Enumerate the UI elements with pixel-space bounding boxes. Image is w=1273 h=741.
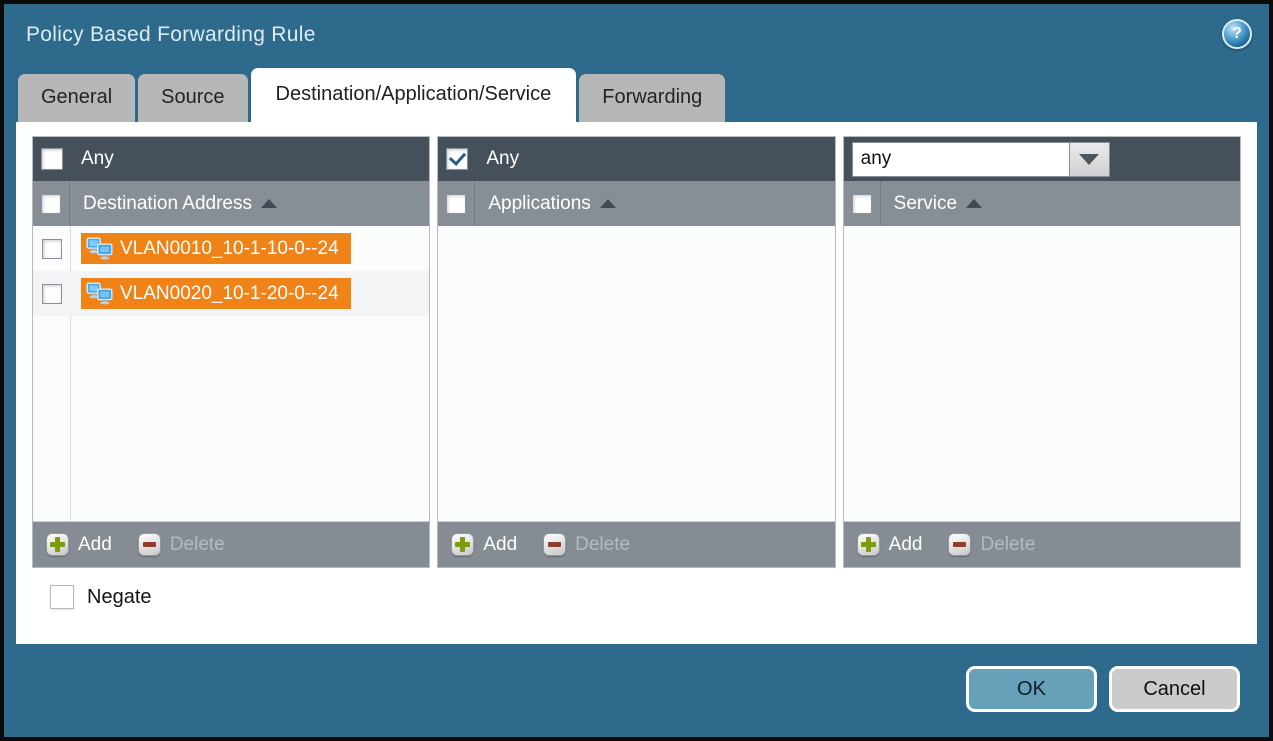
destination-select-all-checkbox[interactable] xyxy=(41,194,61,214)
row-checkbox-cell xyxy=(33,239,71,259)
dialog-title: Policy Based Forwarding Rule xyxy=(26,23,316,47)
add-icon xyxy=(451,533,474,556)
destination-list-item[interactable]: VLAN0010_10-1-10-0--24 xyxy=(33,226,429,271)
destination-add-button[interactable]: Add xyxy=(46,533,112,556)
service-list xyxy=(844,226,1240,521)
sort-asc-icon xyxy=(966,199,982,208)
add-label: Add xyxy=(889,534,923,556)
applications-delete-button[interactable]: Delete xyxy=(543,533,630,556)
help-icon[interactable]: ? xyxy=(1222,19,1252,49)
dialog-buttons: OK Cancel xyxy=(966,666,1240,712)
applications-select-all-cell xyxy=(438,181,475,226)
applications-header-label[interactable]: Applications xyxy=(488,193,590,215)
destination-delete-button[interactable]: Delete xyxy=(138,533,225,556)
delete-label: Delete xyxy=(575,534,630,556)
network-address-icon xyxy=(86,237,113,260)
applications-list xyxy=(438,226,834,521)
address-object-chip[interactable]: VLAN0020_10-1-20-0--24 xyxy=(81,278,351,309)
service-dropdown: any xyxy=(852,142,1110,177)
address-object-chip[interactable]: VLAN0010_10-1-10-0--24 xyxy=(81,233,351,264)
service-dropdown-button[interactable] xyxy=(1070,142,1110,177)
destination-list-item[interactable]: VLAN0020_10-1-20-0--24 xyxy=(33,271,429,316)
service-add-button[interactable]: Add xyxy=(857,533,923,556)
service-footer-bar: Add Delete xyxy=(844,521,1240,567)
applications-select-all-checkbox[interactable] xyxy=(446,194,466,214)
service-any-bar: any xyxy=(844,137,1240,181)
network-address-icon xyxy=(86,282,113,305)
service-select-all-checkbox[interactable] xyxy=(852,194,872,214)
negate-row: Negate xyxy=(50,585,1241,609)
row-checkbox-cell xyxy=(33,284,71,304)
sort-asc-icon xyxy=(600,199,616,208)
add-icon xyxy=(46,533,69,556)
destination-any-bar: Any xyxy=(33,137,429,181)
delete-icon xyxy=(138,533,161,556)
delete-icon xyxy=(948,533,971,556)
tab-source[interactable]: Source xyxy=(138,74,247,122)
title-bar: Policy Based Forwarding Rule xyxy=(4,4,1269,66)
add-label: Add xyxy=(78,534,112,556)
tab-strip: General Source Destination/Application/S… xyxy=(4,66,1269,122)
service-select-all-cell xyxy=(844,181,881,226)
applications-footer-bar: Add Delete xyxy=(438,521,834,567)
negate-checkbox[interactable] xyxy=(50,585,74,609)
negate-label: Negate xyxy=(87,586,152,609)
destination-header-label[interactable]: Destination Address xyxy=(83,193,252,215)
tab-content-panel: Any Destination Address xyxy=(16,122,1257,644)
address-object-name: VLAN0020_10-1-20-0--24 xyxy=(120,283,339,305)
tab-general[interactable]: General xyxy=(18,74,135,122)
delete-label: Delete xyxy=(980,534,1035,556)
service-dropdown-value[interactable]: any xyxy=(852,142,1070,177)
sort-asc-icon xyxy=(261,199,277,208)
delete-label: Delete xyxy=(170,534,225,556)
destination-list: VLAN0010_10-1-10-0--24 xyxy=(33,226,429,521)
service-header-label[interactable]: Service xyxy=(894,193,957,215)
destination-address-column: Any Destination Address xyxy=(32,136,430,568)
applications-any-bar: Any xyxy=(438,137,834,181)
service-column-header: Service xyxy=(844,181,1240,226)
chevron-down-icon xyxy=(1079,154,1099,165)
applications-column: Any Applications Add xyxy=(437,136,835,568)
delete-icon xyxy=(543,533,566,556)
row-checkbox[interactable] xyxy=(42,239,62,259)
destination-column-header: Destination Address xyxy=(33,181,429,226)
destination-any-checkbox[interactable] xyxy=(41,148,63,170)
three-column-layout: Any Destination Address xyxy=(32,136,1241,568)
ok-button[interactable]: OK xyxy=(966,666,1097,712)
applications-any-label: Any xyxy=(486,148,519,170)
applications-add-button[interactable]: Add xyxy=(451,533,517,556)
applications-column-header: Applications xyxy=(438,181,834,226)
destination-any-label: Any xyxy=(81,148,114,170)
cancel-button[interactable]: Cancel xyxy=(1109,666,1240,712)
add-icon xyxy=(857,533,880,556)
applications-any-checkbox[interactable] xyxy=(446,148,468,170)
row-checkbox[interactable] xyxy=(42,284,62,304)
policy-based-forwarding-dialog: Policy Based Forwarding Rule ? General S… xyxy=(0,0,1273,741)
tab-destination-application-service[interactable]: Destination/Application/Service xyxy=(251,68,577,122)
destination-select-all-cell xyxy=(33,181,70,226)
destination-footer-bar: Add Delete xyxy=(33,521,429,567)
tab-forwarding[interactable]: Forwarding xyxy=(579,74,725,122)
add-label: Add xyxy=(483,534,517,556)
service-delete-button[interactable]: Delete xyxy=(948,533,1035,556)
address-object-name: VLAN0010_10-1-10-0--24 xyxy=(120,238,339,260)
service-column: any Service xyxy=(843,136,1241,568)
